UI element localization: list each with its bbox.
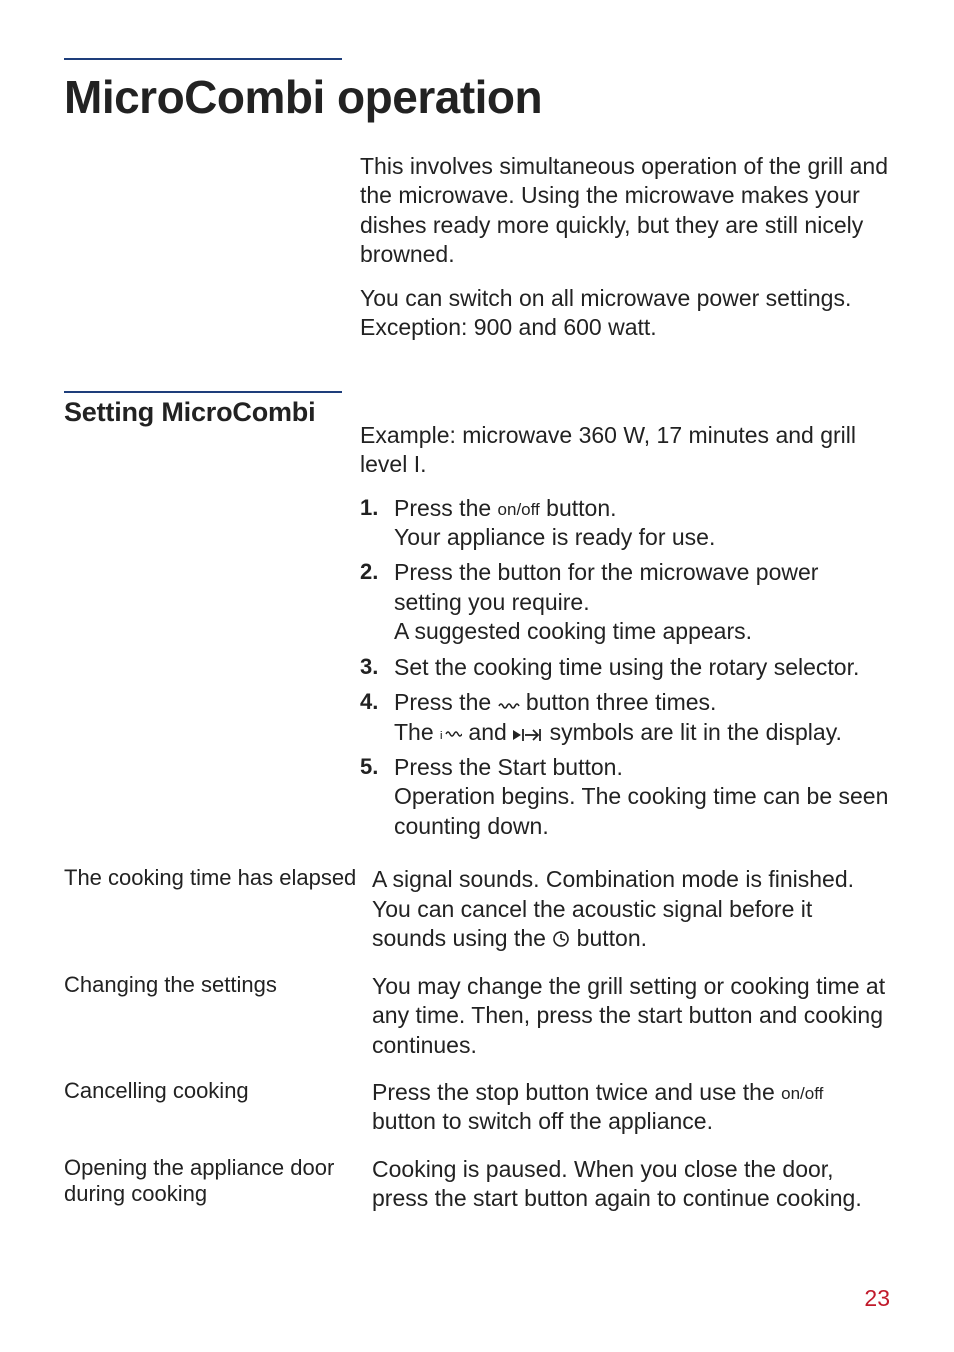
play-arrow-icon <box>513 719 543 745</box>
section-block: Setting MicroCombi Example: microwave 36… <box>64 397 890 848</box>
sub-elapsed-label: The cooking time has elapsed <box>64 865 372 891</box>
step-4-text-a: Press the <box>394 689 498 715</box>
title-rule <box>64 58 342 60</box>
step-2-text-a: Press the button for the microwave power… <box>394 559 818 614</box>
step-3-text-a: Set the cooking time using the rotary se… <box>394 654 859 680</box>
sub-opening: Opening the appliance door during cookin… <box>64 1155 890 1214</box>
step-5-text-a: Press the Start button. <box>394 754 623 780</box>
step-1-text-c: Your appliance is ready for use. <box>394 524 715 550</box>
step-1-text-b: button. <box>540 495 617 521</box>
svg-text:i: i <box>440 730 442 742</box>
step-1: Press the on/off button. Your appliance … <box>360 494 890 553</box>
page: MicroCombi operation This involves simul… <box>0 0 954 1352</box>
example-text: Example: microwave 360 W, 17 minutes and… <box>360 421 890 480</box>
section-rule <box>64 391 342 393</box>
step-4-text-c-pre: The <box>394 719 440 745</box>
intro-block: This involves simultaneous operation of … <box>64 152 890 357</box>
step-2-text-c: A suggested cooking time appears. <box>394 618 752 644</box>
onoff-label: on/off <box>498 500 540 519</box>
step-4-text-c-post: symbols are lit in the display. <box>543 719 842 745</box>
sub-cancelling: Cancelling cooking Press the stop button… <box>64 1078 890 1137</box>
sub-changing: Changing the settings You may change the… <box>64 972 890 1060</box>
step-2: Press the button for the microwave power… <box>360 558 890 646</box>
sub-changing-text: You may change the grill setting or cook… <box>372 973 885 1058</box>
page-title: MicroCombi operation <box>64 70 890 124</box>
intro-paragraph-1: This involves simultaneous operation of … <box>360 152 890 270</box>
sub-elapsed: The cooking time has elapsed A signal so… <box>64 865 890 953</box>
grill-small-icon: i <box>440 719 462 745</box>
sub-opening-label: Opening the appliance door during cookin… <box>64 1155 372 1208</box>
page-number: 23 <box>864 1285 890 1312</box>
step-3: Set the cooking time using the rotary se… <box>360 653 890 682</box>
sub-changing-label: Changing the settings <box>64 972 372 998</box>
sub-cancelling-label: Cancelling cooking <box>64 1078 372 1104</box>
sub-elapsed-text-post: button. <box>570 925 647 951</box>
clock-icon <box>552 925 570 951</box>
step-4-text-c-mid: and <box>462 719 513 745</box>
section-heading: Setting MicroCombi <box>64 397 360 428</box>
step-5-text-c: Operation begins. The cooking time can b… <box>394 783 888 838</box>
step-4-text-b: button three times. <box>520 689 717 715</box>
sub-cancelling-text-pre: Press the stop button twice and use the <box>372 1079 781 1105</box>
step-5: Press the Start button. Operation begins… <box>360 753 890 841</box>
grill-icon <box>498 689 520 715</box>
sub-opening-text: Cooking is paused. When you close the do… <box>372 1156 862 1211</box>
intro-paragraph-2: You can switch on all microwave power se… <box>360 284 890 343</box>
step-list: Press the on/off button. Your appliance … <box>360 494 890 842</box>
step-4: Press the button three times. The i and … <box>360 688 890 747</box>
sub-cancelling-text-post: button to switch off the appliance. <box>372 1108 713 1134</box>
step-1-text-a: Press the <box>394 495 498 521</box>
onoff-label: on/off <box>781 1084 823 1103</box>
